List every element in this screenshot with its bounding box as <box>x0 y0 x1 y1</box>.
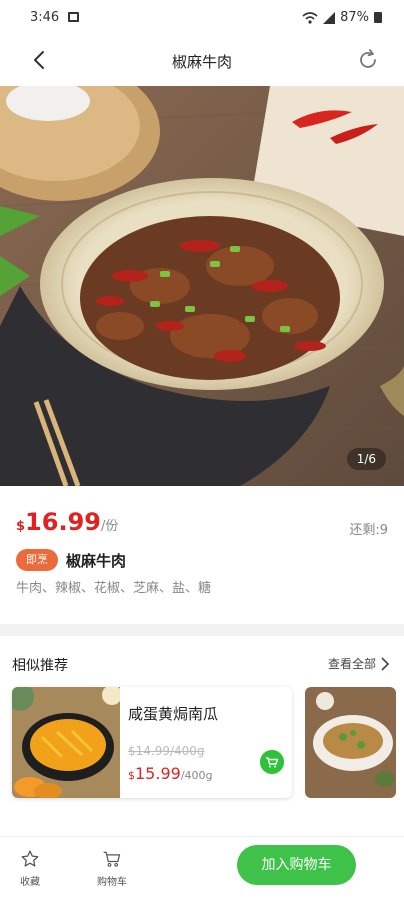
product-price: $16.99/份 <box>16 508 118 536</box>
top-nav: 椒麻牛肉 <box>0 36 404 86</box>
battery-percent: 87% <box>340 10 369 25</box>
stock-remaining: 还剩:9 <box>349 523 388 538</box>
favorite-button[interactable]: 收藏 <box>8 849 52 888</box>
similar-recommendations: 相似推荐 查看全部 咸蛋黄焗南瓜 $14.99/400g $15.99/400g <box>0 636 404 822</box>
recommendation-old-price: $14.99/400g <box>128 744 205 758</box>
recommendation-thumb <box>12 687 120 798</box>
wifi-icon <box>302 11 318 24</box>
price-unit: /份 <box>100 519 119 534</box>
product-ingredients: 牛肉、辣椒、花椒、芝麻、盐、糖 <box>16 581 212 596</box>
cook-type-badge: 即烹 <box>16 549 58 571</box>
image-counter: 1/6 <box>346 448 386 470</box>
dish-photo <box>0 86 404 486</box>
recommendation-price-unit: /400g <box>180 769 213 782</box>
shopping-cart-icon <box>103 851 121 867</box>
section-title: 相似推荐 <box>12 658 68 674</box>
product-info: $16.99/份 还剩:9 即烹 椒麻牛肉 牛肉、辣椒、花椒、芝麻、盐、糖 <box>0 486 404 624</box>
favorite-label: 收藏 <box>20 877 40 888</box>
view-all-label: 查看全部 <box>327 657 376 671</box>
price-value: 16.99 <box>25 508 101 536</box>
recommendation-card-partial[interactable] <box>305 687 396 798</box>
signal-icon <box>323 11 336 24</box>
cart-label: 购物车 <box>97 877 127 888</box>
notification-icon <box>68 12 79 22</box>
recommendation-price-value: 15.99 <box>135 764 181 783</box>
refresh-icon[interactable] <box>356 48 380 72</box>
page-title: 椒麻牛肉 <box>171 53 232 71</box>
view-all-link[interactable]: 查看全部 <box>328 655 390 672</box>
product-name: 椒麻牛肉 <box>66 552 127 570</box>
next-section-peek <box>0 822 404 836</box>
battery-icon <box>374 12 382 23</box>
status-bar: 3:46 87% <box>0 0 404 36</box>
recommendation-name: 咸蛋黄焗南瓜 <box>128 705 219 723</box>
product-image-carousel[interactable]: 1/6 <box>0 86 404 486</box>
price-currency: $ <box>16 519 26 534</box>
chevron-right-icon <box>381 656 390 671</box>
recommendation-card[interactable]: 咸蛋黄焗南瓜 $14.99/400g $15.99/400g <box>12 687 292 798</box>
star-icon <box>21 850 39 867</box>
status-right: 87% <box>302 10 382 25</box>
recommendation-price: $15.99/400g <box>128 764 213 783</box>
recommendation-currency: $ <box>128 769 135 782</box>
bottom-action-bar: 收藏 购物车 加入购物车 <box>0 836 404 900</box>
status-time: 3:46 <box>30 10 60 25</box>
add-to-cart-icon[interactable] <box>260 750 284 774</box>
add-to-cart-button[interactable]: 加入购物车 <box>237 845 356 885</box>
cart-button[interactable]: 购物车 <box>90 849 134 888</box>
